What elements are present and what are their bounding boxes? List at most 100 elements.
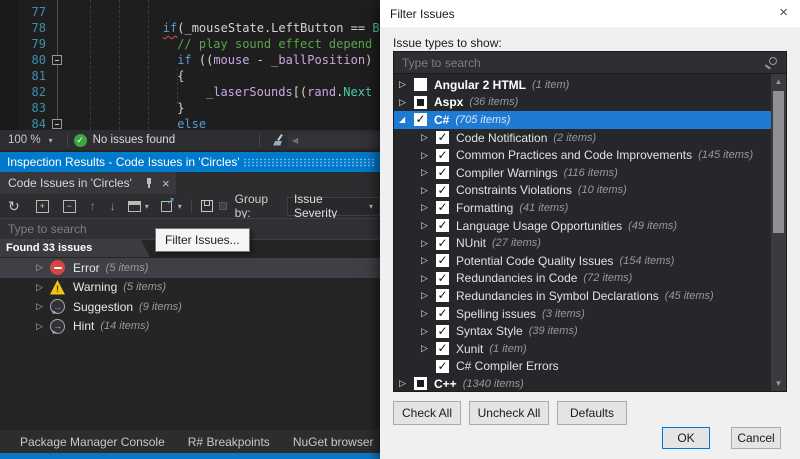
issue-type-row[interactable]: ▷✓Compiler Warnings(116 items) (394, 164, 771, 182)
checkbox[interactable]: ✓ (436, 272, 449, 285)
pin-icon[interactable] (144, 177, 154, 189)
preview-pane-button[interactable]: ▾ (124, 196, 153, 216)
group-by-dropdown[interactable]: Issue Severity ▾ (287, 197, 380, 216)
expander-icon[interactable]: ▷ (421, 273, 435, 284)
inspection-group-row[interactable]: ▷→Suggestion(9 items) (0, 297, 380, 317)
code-cleanup-icon[interactable] (272, 134, 285, 147)
checkbox[interactable]: ✓ (436, 289, 449, 302)
expander-icon[interactable]: ▷ (399, 378, 413, 389)
issue-type-row[interactable]: ▷✓Potential Code Quality Issues(154 item… (394, 252, 771, 270)
expander-icon[interactable]: ▷ (421, 326, 435, 337)
filter-issues-button[interactable] (219, 202, 227, 210)
expander-icon[interactable]: ◢ (399, 115, 413, 124)
issue-type-row[interactable]: ▷✓Syntax Style(39 items) (394, 322, 771, 340)
scroll-up-icon[interactable]: ▲ (771, 77, 786, 86)
fold-marker[interactable] (52, 55, 62, 65)
expander-icon[interactable]: ▷ (36, 301, 50, 312)
scroll-left-icon[interactable]: ◀ (292, 136, 298, 145)
dialog-titlebar[interactable]: Filter Issues × (380, 0, 800, 27)
fold-marker[interactable] (52, 119, 62, 129)
inspection-group-row[interactable]: ▷→Hint(14 items) (0, 317, 380, 337)
inspection-group-row[interactable]: ▷!Warning(5 items) (0, 278, 380, 298)
bottom-tab[interactable]: Package Manager Console (20, 435, 165, 449)
expander-icon[interactable]: ▷ (36, 282, 50, 293)
line-number[interactable]: 83 (0, 100, 46, 116)
expander-icon[interactable]: ▷ (421, 290, 435, 301)
line-number[interactable]: 84 (0, 116, 46, 130)
next-issue-button[interactable]: ↓ (106, 196, 120, 216)
expander-icon[interactable]: ▷ (421, 132, 435, 143)
checkbox[interactable]: ✓ (436, 149, 449, 162)
checkbox[interactable]: ✓ (436, 131, 449, 144)
checkbox[interactable]: ✓ (436, 342, 449, 355)
export-button[interactable]: ↗ ▾ (157, 196, 186, 216)
tab-code-issues[interactable]: Code Issues in 'Circles' × (0, 172, 176, 194)
line-number[interactable]: 80 (0, 52, 46, 68)
issue-type-row[interactable]: ▷✓Common Practices and Code Improvements… (394, 146, 771, 164)
search-input[interactable] (394, 52, 786, 73)
issue-type-row[interactable]: ▷Aspx(36 items) (394, 94, 771, 112)
ok-button[interactable]: OK (662, 427, 710, 449)
checkbox[interactable]: ✓ (436, 254, 449, 267)
expander-icon[interactable]: ▷ (421, 202, 435, 213)
checkbox[interactable] (414, 96, 427, 109)
expander-icon[interactable]: ▷ (421, 238, 435, 249)
expander-icon[interactable]: ▷ (421, 150, 435, 161)
expander-icon[interactable]: ▷ (399, 79, 413, 90)
expander-icon[interactable]: ▷ (399, 97, 413, 108)
save-button[interactable] (197, 196, 217, 216)
expander-icon[interactable]: ▷ (421, 220, 435, 231)
expander-icon[interactable]: ▷ (421, 343, 435, 354)
line-number[interactable]: 81 (0, 68, 46, 84)
bottom-tab[interactable]: NuGet browser (293, 435, 374, 449)
line-number[interactable]: 79 (0, 36, 46, 52)
checkbox[interactable]: ✓ (436, 237, 449, 250)
cancel-button[interactable]: Cancel (731, 427, 781, 449)
checkbox[interactable]: ✓ (436, 184, 449, 197)
checkbox[interactable]: ✓ (436, 166, 449, 179)
expander-icon[interactable]: ▷ (36, 262, 50, 273)
issue-type-row[interactable]: ▷Angular 2 HTML(1 item) (394, 76, 771, 94)
issue-type-row[interactable]: ▷✓Code Notification(2 items) (394, 129, 771, 147)
checkbox[interactable] (414, 377, 427, 390)
checkbox[interactable]: ✓ (436, 201, 449, 214)
expander-icon[interactable]: ▷ (421, 308, 435, 319)
line-number[interactable]: 78 (0, 20, 46, 36)
dialog-search-box[interactable] (393, 51, 787, 74)
expander-icon[interactable]: ▷ (421, 255, 435, 266)
check-all-button[interactable]: Check All (393, 401, 461, 425)
checkbox[interactable]: ✓ (436, 360, 449, 373)
code-editor[interactable]: 7778if(_mouseState.LeftButton == Bu79// … (0, 0, 380, 130)
scroll-down-icon[interactable]: ▼ (771, 379, 786, 388)
checkbox[interactable]: ✓ (436, 219, 449, 232)
no-issues-check-icon[interactable]: ✓ (74, 134, 87, 147)
issue-type-row[interactable]: ✓C# Compiler Errors (394, 358, 771, 376)
scrollbar-thumb[interactable] (773, 91, 784, 233)
inspection-group-row[interactable]: ▷Error(5 items) (0, 258, 380, 278)
expander-icon[interactable]: ▷ (421, 185, 435, 196)
expander-icon[interactable]: ▷ (421, 167, 435, 178)
line-number[interactable]: 82 (0, 84, 46, 100)
vertical-scrollbar[interactable]: ▲ ▼ (771, 74, 786, 391)
close-icon[interactable]: × (779, 5, 788, 20)
uncheck-all-button[interactable]: Uncheck All (469, 401, 549, 425)
expand-all-button[interactable]: + (32, 196, 53, 216)
refresh-button[interactable]: ↻ (4, 196, 24, 216)
checkbox[interactable]: ✓ (436, 325, 449, 338)
checkbox[interactable] (414, 78, 427, 91)
issue-type-row[interactable]: ▷✓Formatting(41 items) (394, 199, 771, 217)
issue-type-row[interactable]: ▷✓Spelling issues(3 items) (394, 305, 771, 323)
issue-type-row[interactable]: ◢✓C#(705 items) (394, 111, 771, 129)
previous-issue-button[interactable]: ↑ (86, 196, 100, 216)
issue-type-row[interactable]: ▷✓Constraints Violations(10 items) (394, 182, 771, 200)
checkbox[interactable]: ✓ (436, 307, 449, 320)
tool-window-titlebar[interactable]: Inspection Results - Code Issues in 'Cir… (0, 152, 380, 172)
checkbox[interactable]: ✓ (414, 113, 427, 126)
expander-icon[interactable]: ▷ (36, 321, 50, 332)
horizontal-scrollbar[interactable]: ◀ (288, 133, 380, 147)
collapse-all-button[interactable]: − (59, 196, 80, 216)
issue-type-row[interactable]: ▷✓Language Usage Opportunities(49 items) (394, 217, 771, 235)
defaults-button[interactable]: Defaults (557, 401, 627, 425)
issue-type-row[interactable]: ▷✓Redundancies in Symbol Declarations(45… (394, 287, 771, 305)
zoom-level-dropdown[interactable]: 100 % ▾ (0, 134, 61, 146)
